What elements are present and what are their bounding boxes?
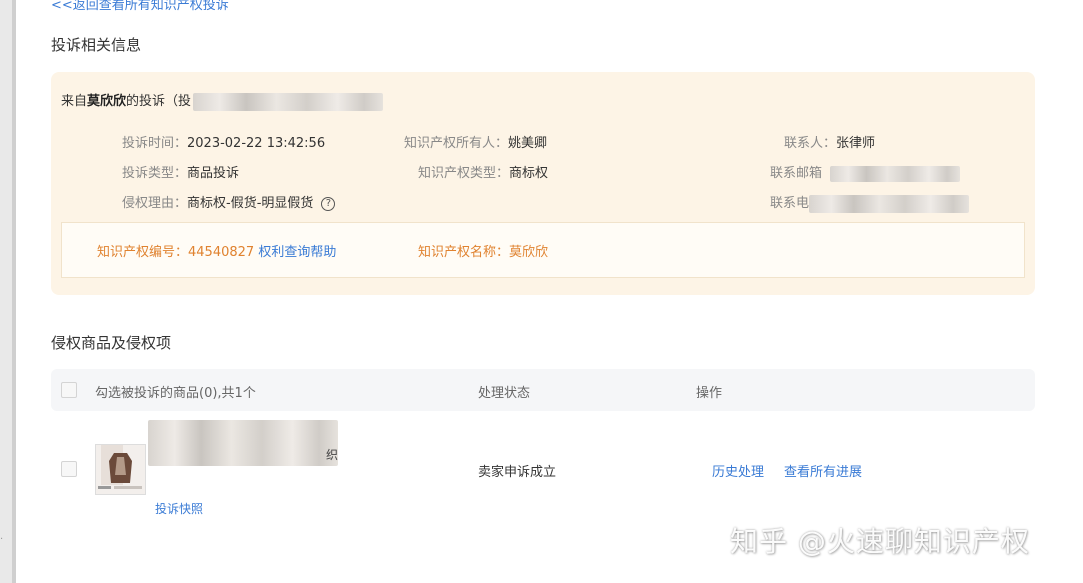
complaint-type-value: 商品投诉 [187,166,240,181]
left-rail [0,0,12,583]
complaint-type-row: 投诉类型：商品投诉 [122,162,239,181]
row-checkbox[interactable] [61,461,77,477]
items-table-header: 勾选被投诉的商品(0),共1个 处理状态 操作 [51,369,1035,411]
redacted-product-title [148,420,338,466]
complaint-time-value: 2023-02-22 13:42:56 [187,136,326,151]
ip-type-row: 知识产权类型：商标权 [418,162,548,181]
product-thumbnail[interactable] [95,444,146,495]
ip-name-value: 莫欣欣 [509,245,549,260]
watermark-text: 知乎 @火速聊知识产权 [730,525,1030,558]
contact-row: 联系人：张律师 [784,132,875,151]
ip-type-label: 知识产权类型： [418,166,510,181]
complaint-type-label: 投诉类型： [122,166,188,181]
complaint-info-panel: 来自莫欣欣的投诉（投 投诉时间：2023-02-22 13:42:56 投诉类型… [51,72,1035,295]
complaint-source-line: 来自莫欣欣的投诉（投 [61,90,384,111]
question-icon[interactable]: ? [321,196,336,211]
ip-number-value: 44540827 [188,245,255,260]
select-all-checkbox[interactable] [61,382,77,398]
ip-type-value: 商标权 [509,166,549,181]
contact-label: 联系人： [784,136,837,151]
ip-owner-value: 姚美卿 [508,136,548,151]
select-column-header: 勾选被投诉的商品(0),共1个 [95,386,256,401]
ip-number-label: 知识产权编号： [97,245,189,260]
contact-email-row: 联系邮箱 [770,162,961,182]
status-column-header: 处理状态 [478,386,531,401]
left-edge-mark: · [0,534,4,545]
redacted-phone [809,194,970,213]
ip-name-label: 知识产权名称： [418,245,510,260]
section-title-infringing-items: 侵权商品及侵权项 [51,334,172,352]
ip-detail-box: 知识产权编号：44540827 权利查询帮助 知识产权名称：莫欣欣 [61,222,1025,278]
processing-status: 卖家申诉成立 [478,465,557,480]
contact-email-label: 联系邮箱 [770,166,823,181]
redacted-complaint-id [193,92,384,111]
ip-number-row: 知识产权编号：44540827 权利查询帮助 [97,241,336,260]
from-suffix: 的投诉（ [126,94,179,109]
action-column-header: 操作 [696,386,723,401]
from-prefix: 来自 [61,94,88,109]
product-title-fragment: 织 [326,448,339,462]
ip-owner-label: 知识产权所有人： [404,136,509,151]
complaint-time-label: 投诉时间： [122,136,188,151]
history-processing-link[interactable]: 历史处理 [712,461,764,480]
infringement-reason-row: 侵权理由：商标权-假货-明显假货? [122,192,336,211]
product-image-icon [96,445,145,494]
contact-phone-label: 联系电 [770,196,810,211]
complaint-id-partial: 投 [178,94,192,109]
back-to-all-complaints-link[interactable]: <<返回查看所有知识产权投诉 [51,0,229,13]
complaint-time-row: 投诉时间：2023-02-22 13:42:56 [122,132,325,151]
contact-phone-row: 联系电 [770,192,970,213]
section-title-complaint-info: 投诉相关信息 [51,36,142,54]
infringement-reason-label: 侵权理由： [122,196,188,211]
view-all-progress-link[interactable]: 查看所有进展 [784,461,862,480]
complaint-snapshot-link[interactable]: 投诉快照 [155,500,203,517]
left-rail-edge [12,0,16,583]
contact-value: 张律师 [836,136,876,151]
ip-name-row: 知识产权名称：莫欣欣 [418,241,548,260]
complainant-name: 莫欣欣 [87,94,127,109]
infringement-reason-value: 商标权-假货-明显假货 [187,196,314,211]
ip-owner-row: 知识产权所有人：姚美卿 [404,132,547,151]
rights-query-help-link[interactable]: 权利查询帮助 [258,245,336,260]
redacted-email [830,165,961,182]
